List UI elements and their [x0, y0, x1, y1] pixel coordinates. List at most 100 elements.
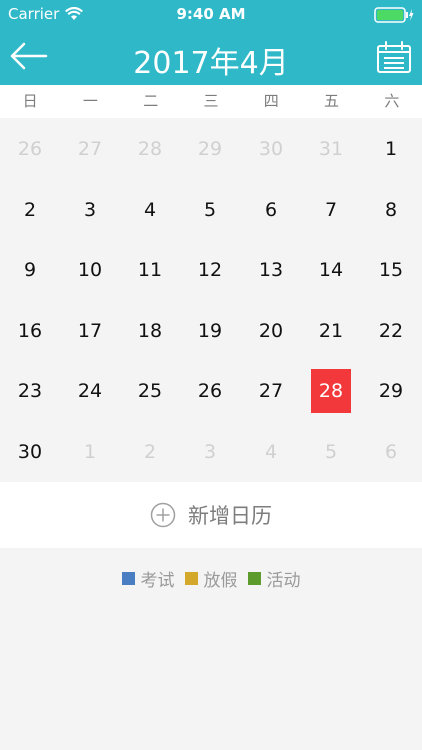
battery-icon	[374, 7, 414, 23]
day-cell[interactable]: 16	[0, 300, 60, 360]
day-number: 29	[378, 380, 404, 402]
day-number: 26	[17, 138, 43, 160]
day-cell[interactable]: 29	[180, 118, 240, 178]
day-number: 6	[384, 441, 398, 463]
day-number: 31	[318, 138, 344, 160]
day-cell[interactable]: 20	[241, 300, 301, 360]
day-number: 17	[77, 320, 103, 342]
day-cell[interactable]: 25	[120, 360, 180, 420]
day-number: 9	[23, 259, 37, 281]
day-number: 16	[17, 320, 43, 342]
weekday-tue: 二	[143, 92, 159, 110]
weekday-sat: 六	[384, 92, 400, 110]
day-cell[interactable]: 8	[361, 179, 421, 239]
day-number: 27	[77, 138, 103, 160]
day-number: 3	[83, 199, 97, 221]
day-cell[interactable]: 17	[60, 300, 120, 360]
day-cell[interactable]: 30	[0, 421, 60, 481]
day-cell[interactable]: 4	[241, 421, 301, 481]
day-cell[interactable]: 21	[301, 300, 361, 360]
status-time: 9:40 AM	[176, 5, 246, 23]
day-number: 30	[258, 138, 284, 160]
day-number: 2	[143, 441, 157, 463]
month-title: 2017年4月	[133, 46, 289, 81]
day-cell[interactable]: 11	[120, 239, 180, 299]
day-cell[interactable]: 24	[60, 360, 120, 420]
day-number: 24	[77, 380, 103, 402]
day-cell[interactable]: 6	[241, 179, 301, 239]
day-number: 11	[137, 259, 163, 281]
day-cell[interactable]: 1	[361, 118, 421, 178]
day-cell[interactable]: 5	[180, 179, 240, 239]
day-cell[interactable]: 14	[301, 239, 361, 299]
day-number: 29	[197, 138, 223, 160]
weekday-thu: 四	[263, 92, 279, 110]
day-number: 5	[324, 441, 338, 463]
plus-circle-icon	[150, 502, 176, 528]
day-number: 10	[77, 259, 103, 281]
day-cell[interactable]: 26	[180, 360, 240, 420]
day-cell[interactable]: 12	[180, 239, 240, 299]
day-number: 28	[311, 369, 351, 413]
day-number: 1	[384, 138, 398, 160]
calendar-icon[interactable]	[376, 40, 412, 74]
day-cell[interactable]: 23	[0, 360, 60, 420]
day-cell[interactable]: 9	[0, 239, 60, 299]
weekday-sun: 日	[22, 92, 38, 110]
day-number: 4	[143, 199, 157, 221]
day-cell[interactable]: 31	[301, 118, 361, 178]
legend-item-activity: 活动	[247, 566, 301, 591]
legend-swatch-holiday	[184, 571, 198, 585]
day-cell[interactable]: 4	[120, 179, 180, 239]
legend-item-holiday: 放假	[184, 566, 238, 591]
day-cell[interactable]: 27	[241, 360, 301, 420]
day-number: 1	[83, 441, 97, 463]
day-cell[interactable]: 29	[361, 360, 421, 420]
day-cell[interactable]: 2	[0, 179, 60, 239]
day-cell[interactable]: 1	[60, 421, 120, 481]
day-cell[interactable]: 10	[60, 239, 120, 299]
day-cell[interactable]: 2	[120, 421, 180, 481]
weekday-mon: 一	[82, 92, 98, 110]
day-number: 18	[137, 320, 163, 342]
legend-label-activity: 活动	[266, 570, 301, 591]
day-cell[interactable]: 22	[361, 300, 421, 360]
day-number: 27	[258, 380, 284, 402]
calendar-grid: 26 27 28 29 30 31 1 2 3 4 5 6 7 8 9 10 11 12 13 14 15 16 17 18 1…	[0, 118, 422, 480]
day-cell[interactable]: 30	[241, 118, 301, 178]
day-cell[interactable]: 28	[120, 118, 180, 178]
weekday-wed: 三	[203, 92, 219, 110]
day-cell[interactable]: 6	[361, 421, 421, 481]
day-cell[interactable]: 18	[120, 300, 180, 360]
day-cell[interactable]: 13	[241, 239, 301, 299]
day-cell[interactable]: 19	[180, 300, 240, 360]
day-cell-selected[interactable]: 28	[301, 360, 361, 420]
day-number: 8	[384, 199, 398, 221]
day-cell[interactable]: 15	[361, 239, 421, 299]
day-number: 25	[137, 380, 163, 402]
day-number: 6	[264, 199, 278, 221]
header: Carrier 9:40 AM 2017年4月	[0, 0, 422, 85]
day-number: 28	[137, 138, 163, 160]
day-cell[interactable]: 26	[0, 118, 60, 178]
add-calendar-button[interactable]: 新增日历	[0, 482, 422, 548]
day-number: 2	[23, 199, 37, 221]
weekday-header: 日 一 二 三 四 五 六	[0, 85, 422, 118]
nav-bar: 2017年4月	[0, 28, 422, 85]
day-number: 14	[318, 259, 344, 281]
status-bar: Carrier 9:40 AM	[0, 0, 422, 28]
day-cell[interactable]: 3	[180, 421, 240, 481]
day-number: 26	[197, 380, 223, 402]
day-number: 4	[264, 441, 278, 463]
day-number: 13	[258, 259, 284, 281]
day-cell[interactable]: 7	[301, 179, 361, 239]
day-number: 3	[203, 441, 217, 463]
day-number: 12	[197, 259, 223, 281]
day-cell[interactable]: 3	[60, 179, 120, 239]
legend-label-holiday: 放假	[203, 570, 238, 591]
back-button[interactable]	[10, 41, 48, 71]
day-number: 20	[258, 320, 284, 342]
day-number: 7	[324, 199, 338, 221]
day-cell[interactable]: 27	[60, 118, 120, 178]
day-cell[interactable]: 5	[301, 421, 361, 481]
